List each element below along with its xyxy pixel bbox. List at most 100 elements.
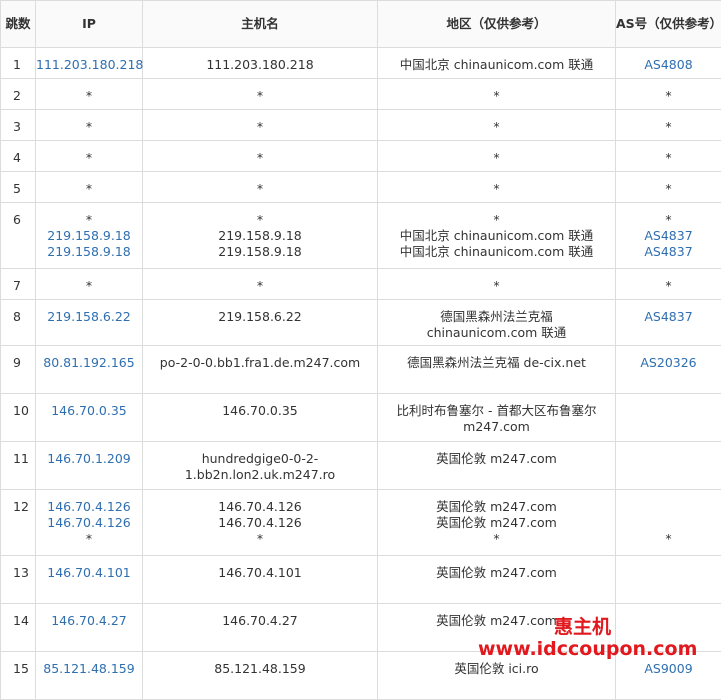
ip-cell: * [36,269,143,300]
header-region: 地区（仅供参考） [378,1,616,48]
as-cell: *AS4837AS4837 [616,203,721,269]
watermark-brand: 惠主机 [554,612,611,639]
host-text: * [143,88,377,104]
as-cell: * [616,141,721,172]
as-text: * [616,181,721,197]
watermark-url: www.idccoupon.com [478,638,697,660]
ip-cell: * [36,79,143,110]
hop-cell: 8 [1,300,36,346]
host-cell: po-2-0-0.bb1.fra1.de.m247.com [143,346,378,394]
as-link[interactable]: AS9009 [616,661,721,677]
hop-cell: 1 [1,48,36,79]
region-cell: 英国伦敦 m247.com英国伦敦 m247.com* [378,490,616,556]
region-text: 德国黑森州法兰克福 de-cix.net [378,355,615,371]
hop-cell: 12 [1,490,36,556]
table-row: 980.81.192.165po-2-0-0.bb1.fra1.de.m247.… [1,346,721,394]
region-cell: 英国伦敦 m247.com [378,442,616,490]
region-cell: * [378,269,616,300]
host-text: * [143,278,377,294]
ip-link[interactable]: 219.158.6.22 [36,309,142,325]
host-text: 219.158.9.18 [143,244,377,260]
ip-link[interactable]: 146.70.4.27 [36,613,142,629]
hop-cell: 3 [1,110,36,141]
host-cell: * [143,110,378,141]
ip-text: * [36,119,142,135]
ip-cell: * [36,110,143,141]
table-row: 13146.70.4.101146.70.4.101英国伦敦 m247.com [1,556,721,604]
ip-cell: 80.81.192.165 [36,346,143,394]
ip-link[interactable]: 111.203.180.218 [36,57,142,73]
table-header-row: 跳数 IP 主机名 地区（仅供参考） AS号（仅供参考） [1,1,721,48]
region-text: 英国伦敦 m247.com [378,451,615,467]
ip-link[interactable]: 146.70.4.126 [36,499,142,515]
region-cell: * [378,110,616,141]
ip-text: * [36,278,142,294]
table-row: 4**** [1,141,721,172]
as-link[interactable]: AS4837 [616,244,721,260]
ip-link[interactable]: 146.70.1.209 [36,451,142,467]
ip-cell: 111.203.180.218 [36,48,143,79]
host-text: hundredgige0-0-2-1.bb2n.lon2.uk.m247.ro [143,451,377,483]
region-text: 英国伦敦 m247.com [378,565,615,581]
ip-link[interactable]: 146.70.4.126 [36,515,142,531]
region-text: 英国伦敦 ici.ro [378,661,615,677]
as-cell: AS20326 [616,346,721,394]
ip-cell: 146.70.1.209 [36,442,143,490]
region-text: * [378,88,615,104]
ip-link[interactable]: 219.158.9.18 [36,228,142,244]
ip-text: * [36,531,142,547]
as-cell [616,442,721,490]
host-cell: * [143,172,378,203]
host-text: * [143,150,377,166]
region-cell: * [378,141,616,172]
region-text: * [378,531,615,547]
hop-cell: 10 [1,394,36,442]
table-row: 10146.70.0.35146.70.0.35比利时布鲁塞尔 - 首都大区布鲁… [1,394,721,442]
host-text: * [143,181,377,197]
region-text: * [378,212,615,228]
region-cell: *中国北京 chinaunicom.com 联通中国北京 chinaunicom… [378,203,616,269]
as-text: * [616,531,721,547]
as-link[interactable]: AS4808 [616,57,721,73]
table-row: 8219.158.6.22219.158.6.22德国黑森州法兰克福 china… [1,300,721,346]
region-text: 比利时布鲁塞尔 - 首都大区布鲁塞尔 m247.com [378,403,615,435]
as-text: * [616,212,721,228]
ip-link[interactable]: 85.121.48.159 [36,661,142,677]
region-text: * [378,181,615,197]
host-text: * [143,212,377,228]
ip-link[interactable]: 80.81.192.165 [36,355,142,371]
table-body: 1111.203.180.218111.203.180.218中国北京 chin… [1,48,721,700]
region-cell: * [378,79,616,110]
host-text: po-2-0-0.bb1.fra1.de.m247.com [143,355,377,371]
region-text: * [378,278,615,294]
hop-cell: 5 [1,172,36,203]
as-cell: * [616,490,721,556]
as-link[interactable]: AS20326 [616,355,721,371]
ip-text: * [36,181,142,197]
region-cell: 中国北京 chinaunicom.com 联通 [378,48,616,79]
table-row: 5**** [1,172,721,203]
ip-link[interactable]: 146.70.0.35 [36,403,142,419]
ip-link[interactable]: 146.70.4.101 [36,565,142,581]
ip-cell: 146.70.0.35 [36,394,143,442]
region-text: 英国伦敦 m247.com [378,515,615,531]
table-row: 2**** [1,79,721,110]
as-link[interactable]: AS4837 [616,309,721,325]
region-text: 德国黑森州法兰克福 chinaunicom.com 联通 [378,309,615,341]
host-cell: 146.70.4.126146.70.4.126* [143,490,378,556]
ip-link[interactable]: 219.158.9.18 [36,244,142,260]
hop-cell: 14 [1,604,36,652]
ip-cell: * [36,141,143,172]
host-text: 146.70.4.126 [143,515,377,531]
region-text: 英国伦敦 m247.com [378,499,615,515]
host-cell: hundredgige0-0-2-1.bb2n.lon2.uk.m247.ro [143,442,378,490]
ip-text: * [36,212,142,228]
header-as: AS号（仅供参考） [616,1,721,48]
host-text: 146.70.4.126 [143,499,377,515]
as-link[interactable]: AS4837 [616,228,721,244]
table-row: 7**** [1,269,721,300]
hop-cell: 11 [1,442,36,490]
ip-cell: 85.121.48.159 [36,652,143,700]
as-text [616,515,721,531]
table-row: 6*219.158.9.18219.158.9.18*219.158.9.182… [1,203,721,269]
